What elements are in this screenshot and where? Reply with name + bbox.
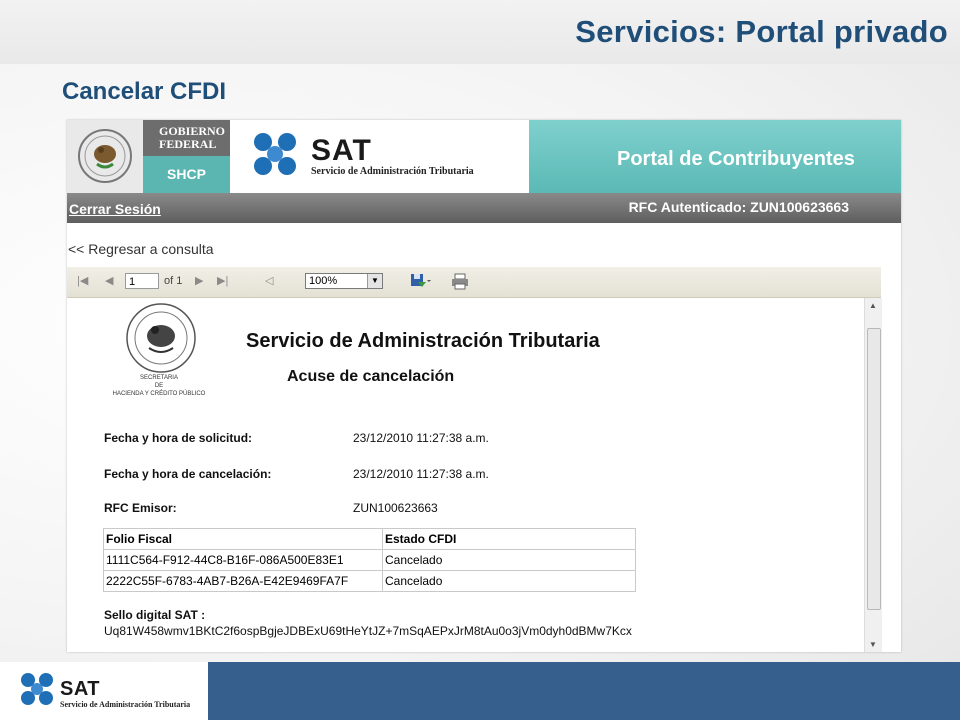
folio-cell: 1111C564-F912-44C8-B16F-086A500E83E1 — [103, 549, 383, 571]
estado-cell: Cancelado — [382, 549, 636, 571]
portal-header: GOBIERNO FEDERAL SHCP SAT Servicio de Ad… — [67, 120, 901, 193]
table-row: 1111C564-F912-44C8-B16F-086A500E83E1 Can… — [103, 549, 636, 571]
footer-blue-band — [208, 662, 960, 720]
back-arrow-icon[interactable]: ◁ — [265, 274, 273, 287]
sat-dots-logo-icon — [254, 133, 296, 175]
document-scrollbar[interactable]: ▲ ▼ — [864, 298, 882, 652]
back-to-search-link[interactable]: << Regresar a consulta — [68, 241, 214, 257]
seal-line-secretaria: SECRETARIA — [140, 375, 178, 381]
portal-title-band: Portal de Contribuyentes — [529, 120, 901, 193]
first-page-icon[interactable]: |◀ — [77, 274, 88, 287]
print-icon[interactable] — [451, 272, 469, 290]
table-row: 2222C55F-6783-4AB7-B26A-E42E9469FA7F Can… — [103, 570, 636, 592]
footer-sat-text: SAT — [60, 678, 101, 700]
rfc-emisor-label: RFC Emisor: — [104, 501, 177, 515]
chevron-down-icon[interactable]: ▼ — [367, 274, 382, 288]
eagle-seal-icon — [78, 129, 132, 183]
rfc-emisor-value: ZUN100623663 — [353, 501, 438, 515]
estados-unidos-mexicanos-seal-icon — [126, 303, 196, 373]
request-date-value: 23/12/2010 11:27:38 a.m. — [353, 431, 489, 445]
federal-line: FEDERAL — [159, 137, 217, 151]
report-document: SECRETARIA DE HACIENDA Y CRÉDITO PÚBLICO… — [67, 298, 881, 652]
page-count: of 1 — [164, 275, 183, 287]
estado-cell: Cancelado — [382, 570, 636, 592]
seal-caption: SECRETARIA DE HACIENDA Y CRÉDITO PÚBLICO — [109, 374, 209, 398]
slide-subtitle: Cancelar CFDI — [62, 78, 227, 105]
folios-table: Folio Fiscal Estado CFDI 1111C564-F912-4… — [103, 528, 636, 592]
portal-navbar: Cerrar Sesión RFC Autenticado: ZUN100623… — [67, 193, 901, 223]
folio-cell: 2222C55F-6783-4AB7-B26A-E42E9469FA7F — [103, 570, 383, 592]
cancel-date-label: Fecha y hora de cancelación: — [104, 467, 272, 481]
table-header-row: Folio Fiscal Estado CFDI — [103, 528, 636, 550]
sello-digital-label: Sello digital SAT : — [104, 608, 206, 622]
sello-digital-value: Uq81W458wmv1BKtC2f6ospBgjeJDBExU69tHeYtJ… — [104, 624, 632, 638]
mexico-seal-logo — [67, 120, 143, 193]
sat-logo-text: SAT — [311, 134, 372, 167]
zoom-select[interactable]: 100% ▼ — [305, 273, 383, 289]
scroll-down-icon[interactable]: ▼ — [869, 640, 877, 649]
export-save-icon[interactable] — [409, 272, 431, 290]
footer-sat-full: Servicio de Administración Tributaria — [60, 700, 191, 709]
seal-line-hacienda: HACIENDA Y CRÉDITO PÚBLICO — [112, 391, 206, 397]
scroll-up-icon[interactable]: ▲ — [869, 301, 877, 310]
zoom-value: 100% — [309, 275, 338, 287]
estado-cfdi-header: Estado CFDI — [382, 528, 636, 550]
footer-sat-dots-icon — [21, 673, 53, 705]
sat-full-name: Servicio de Administración Tributaria — [311, 166, 474, 177]
prev-page-icon[interactable]: ◀ — [105, 274, 113, 287]
scrollbar-thumb[interactable] — [867, 328, 881, 610]
next-page-icon[interactable]: ▶ — [195, 274, 203, 287]
rfc-authenticated: RFC Autenticado: ZUN100623663 — [628, 199, 849, 215]
portal-screenshot: GOBIERNO FEDERAL SHCP SAT Servicio de Ad… — [67, 120, 901, 652]
seal-line-de: DE — [154, 383, 164, 389]
report-title: Servicio de Administración Tributaria — [246, 330, 600, 352]
slide-title: Servicios: Portal privado — [575, 14, 948, 49]
gobierno-federal-label: GOBIERNO FEDERAL — [143, 120, 230, 156]
folio-fiscal-header: Folio Fiscal — [103, 528, 383, 550]
page-number-input[interactable]: 1 — [125, 273, 159, 289]
request-date-label: Fecha y hora de solicitud: — [104, 431, 253, 445]
cancel-date-value: 23/12/2010 11:27:38 a.m. — [353, 467, 489, 481]
report-subtitle: Acuse de cancelación — [287, 368, 455, 385]
last-page-icon[interactable]: ▶| — [217, 274, 228, 287]
shcp-label: SHCP — [143, 156, 230, 193]
logout-link[interactable]: Cerrar Sesión — [69, 201, 161, 217]
report-toolbar: |◀ ◀ 1 of 1 ▶ ▶| ◁ 100% ▼ — [67, 267, 881, 298]
portal-title: Portal de Contribuyentes — [617, 148, 855, 170]
